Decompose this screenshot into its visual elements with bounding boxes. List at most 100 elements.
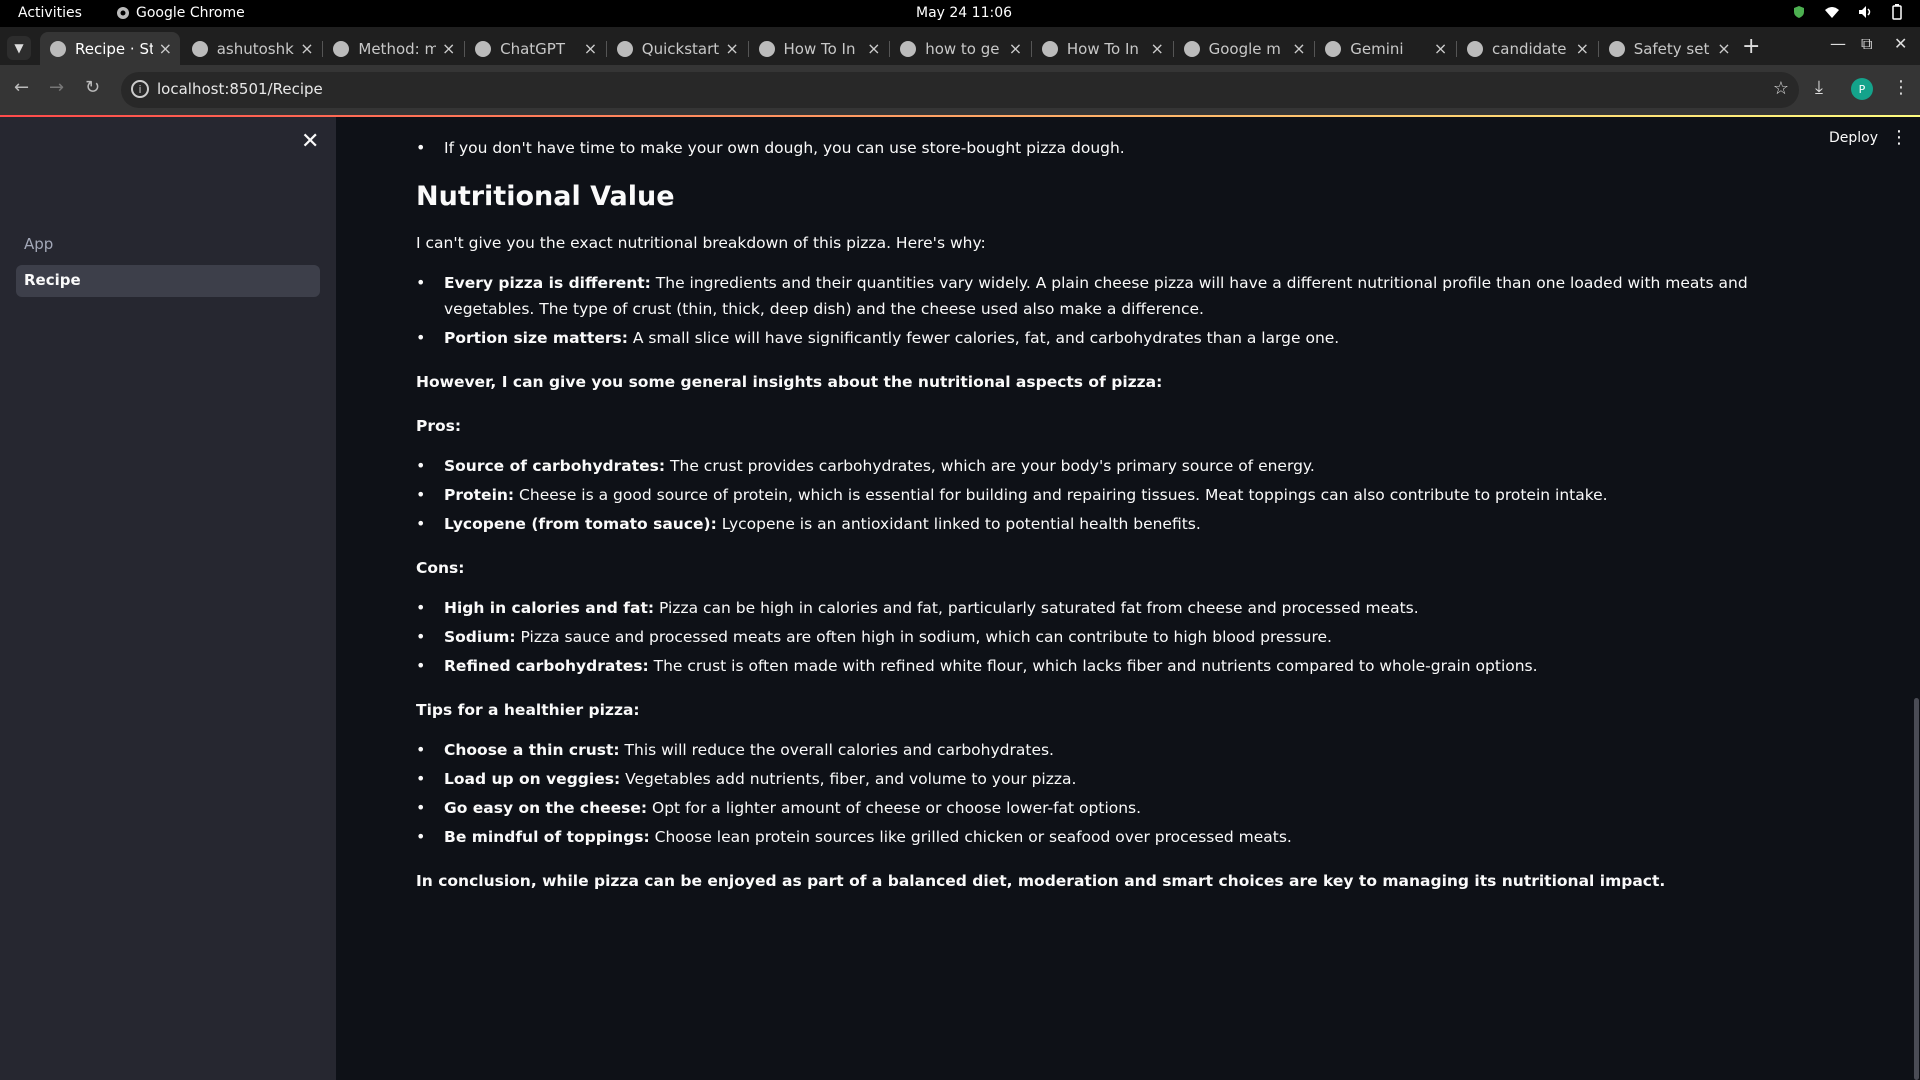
list-item-lead: Portion size matters: xyxy=(444,329,628,347)
insights-heading: However, I can give you some general ins… xyxy=(416,373,1163,391)
browser-tab[interactable]: Recipe · St × xyxy=(40,32,180,65)
list-item: High in calories and fat: Pizza can be h… xyxy=(416,595,1816,621)
section-heading: Nutritional Value xyxy=(416,181,675,212)
list-item-lead: Choose a thin crust: xyxy=(444,741,620,759)
address-bar[interactable]: i localhost:8501/Recipe ☆ xyxy=(121,72,1799,108)
sidebar: ✕ App Recipe xyxy=(0,117,336,1080)
tab-title: candidate xyxy=(1492,39,1567,58)
back-button[interactable]: ← xyxy=(14,77,29,98)
tab-title: ashutoshk xyxy=(216,39,294,58)
forward-button[interactable]: → xyxy=(49,77,64,98)
close-icon: ✕ xyxy=(301,129,320,154)
browser-tab[interactable]: Safety set × xyxy=(1597,32,1739,65)
list-item-text: Pizza sauce and processed meats are ofte… xyxy=(515,628,1332,646)
healthy-tips-list: Choose a thin crust: This will reduce th… xyxy=(416,737,1816,850)
tab-close-icon[interactable]: × xyxy=(1576,39,1589,58)
browser-tab[interactable]: How To In × xyxy=(747,32,889,65)
main-menu-icon[interactable]: ⋮ xyxy=(1890,127,1908,148)
browser-tab[interactable]: ashutoshk × xyxy=(182,32,322,65)
scrollbar-thumb[interactable] xyxy=(1914,698,1919,1080)
tab-close-icon[interactable]: × xyxy=(1150,39,1163,58)
browser-tab[interactable]: Method: m × xyxy=(322,32,463,65)
tab-close-icon[interactable]: × xyxy=(584,39,597,58)
list-item: Refined carbohydrates: The crust is ofte… xyxy=(416,653,1816,679)
browser-tab[interactable]: How To In × xyxy=(1030,32,1172,65)
tab-title: How To In xyxy=(783,39,856,58)
system-tray[interactable] xyxy=(1792,4,1902,20)
streamlit-icon xyxy=(50,40,66,57)
browser-menu-icon[interactable]: ⋮ xyxy=(1892,77,1910,98)
cons-heading: Cons: xyxy=(416,559,465,577)
browser-tab[interactable]: Gemini × xyxy=(1314,32,1455,65)
list-item: Portion size matters: A small slice will… xyxy=(416,325,1816,351)
tab-close-icon[interactable]: × xyxy=(1009,39,1022,58)
browser-tab[interactable]: Quickstart × xyxy=(605,32,747,65)
browser-toolbar: ← → ↻ i localhost:8501/Recipe ☆ ⤓ P ⋮ xyxy=(0,65,1920,115)
site-info-icon[interactable]: i xyxy=(131,80,149,98)
browser-tab[interactable]: Google m × xyxy=(1172,32,1314,65)
battery-icon xyxy=(1892,4,1902,20)
chrome-icon xyxy=(117,7,129,19)
tab-title: Gemini xyxy=(1350,39,1404,58)
profile-avatar[interactable]: P xyxy=(1851,78,1873,100)
main-content: If you don't have time to make your own … xyxy=(416,135,1816,908)
tab-title: How To In xyxy=(1066,39,1139,58)
list-item: Every pizza is different: The ingredient… xyxy=(416,270,1816,322)
cons-list: High in calories and fat: Pizza can be h… xyxy=(416,595,1816,679)
tab-close-icon[interactable]: × xyxy=(725,39,738,58)
list-item: Source of carbohydrates: The crust provi… xyxy=(416,453,1816,479)
browser-tab[interactable]: ChatGPT × xyxy=(464,32,605,65)
shield-icon xyxy=(1794,6,1804,18)
list-item-text: A small slice will have significantly fe… xyxy=(627,329,1340,347)
quickstart-icon xyxy=(616,40,633,57)
tab-close-icon[interactable]: × xyxy=(300,39,313,58)
restore-window-button[interactable]: ⧉ xyxy=(1861,34,1872,54)
arrow-left-icon: ← xyxy=(14,77,30,98)
tab-close-icon[interactable]: × xyxy=(159,39,172,58)
system-top-bar: Activities Google Chrome May 24 11:06 xyxy=(0,0,1920,27)
sidebar-item-recipe[interactable]: Recipe xyxy=(16,265,320,297)
list-item: Be mindful of toppings: Choose lean prot… xyxy=(416,824,1816,850)
bookmark-star-icon[interactable]: ☆ xyxy=(1773,78,1789,99)
list-item-text: The crust is often made with refined whi… xyxy=(648,657,1538,675)
list-item-lead: Protein: xyxy=(444,486,515,504)
download-icon[interactable]: ⤓ xyxy=(1815,77,1823,98)
conclusion: In conclusion, while pizza can be enjoye… xyxy=(416,872,1666,890)
list-item-text: Lycopene is an antioxidant linked to pot… xyxy=(716,515,1201,533)
minimize-window-button[interactable]: — xyxy=(1830,34,1846,53)
new-tab-button[interactable]: + xyxy=(1742,34,1760,59)
list-item-lead: Lycopene (from tomato sauce): xyxy=(444,515,717,533)
tab-title: Recipe · St xyxy=(75,39,153,58)
sidebar-item-app[interactable]: App xyxy=(16,229,320,261)
tab-close-icon[interactable]: × xyxy=(1434,39,1447,58)
browser-tab[interactable]: how to ge × xyxy=(889,32,1030,65)
close-window-button[interactable]: ✕ xyxy=(1894,34,1907,53)
deploy-button[interactable]: Deploy xyxy=(1829,130,1878,146)
reasons-list: Every pizza is different: The ingredient… xyxy=(416,270,1816,351)
reload-button[interactable]: ↻ xyxy=(85,77,100,98)
url-text[interactable]: localhost:8501/Recipe xyxy=(157,80,323,98)
pros-heading: Pros: xyxy=(416,417,462,435)
tab-close-icon[interactable]: × xyxy=(1292,39,1305,58)
list-item-text: Pizza can be high in calories and fat, p… xyxy=(654,599,1419,617)
digitalocean-icon xyxy=(758,40,775,57)
list-item-lead: Every pizza is different: xyxy=(444,274,651,292)
tab-title: Safety set xyxy=(1633,39,1710,58)
tab-close-icon[interactable]: × xyxy=(867,39,880,58)
list-item: Protein: Cheese is a good source of prot… xyxy=(416,482,1816,508)
tab-search-button[interactable]: ▼ xyxy=(7,36,31,60)
pros-list: Source of carbohydrates: The crust provi… xyxy=(416,453,1816,537)
tab-close-icon[interactable]: × xyxy=(442,39,455,58)
list-item-lead: Refined carbohydrates: xyxy=(444,657,649,675)
google-icon xyxy=(900,40,917,57)
list-item: If you don't have time to make your own … xyxy=(416,135,1816,161)
clock[interactable]: May 24 11:06 xyxy=(916,5,1012,21)
tab-close-icon[interactable]: × xyxy=(1717,39,1730,58)
list-item: Go easy on the cheese: Opt for a lighter… xyxy=(416,795,1816,821)
volume-icon xyxy=(1859,6,1871,18)
close-sidebar-button[interactable]: ✕ xyxy=(301,129,319,154)
app-menu[interactable]: Google Chrome xyxy=(116,5,245,21)
activities-button[interactable]: Activities xyxy=(18,5,82,21)
browser-tab[interactable]: candidate × xyxy=(1456,32,1597,65)
google-icon xyxy=(333,40,350,57)
